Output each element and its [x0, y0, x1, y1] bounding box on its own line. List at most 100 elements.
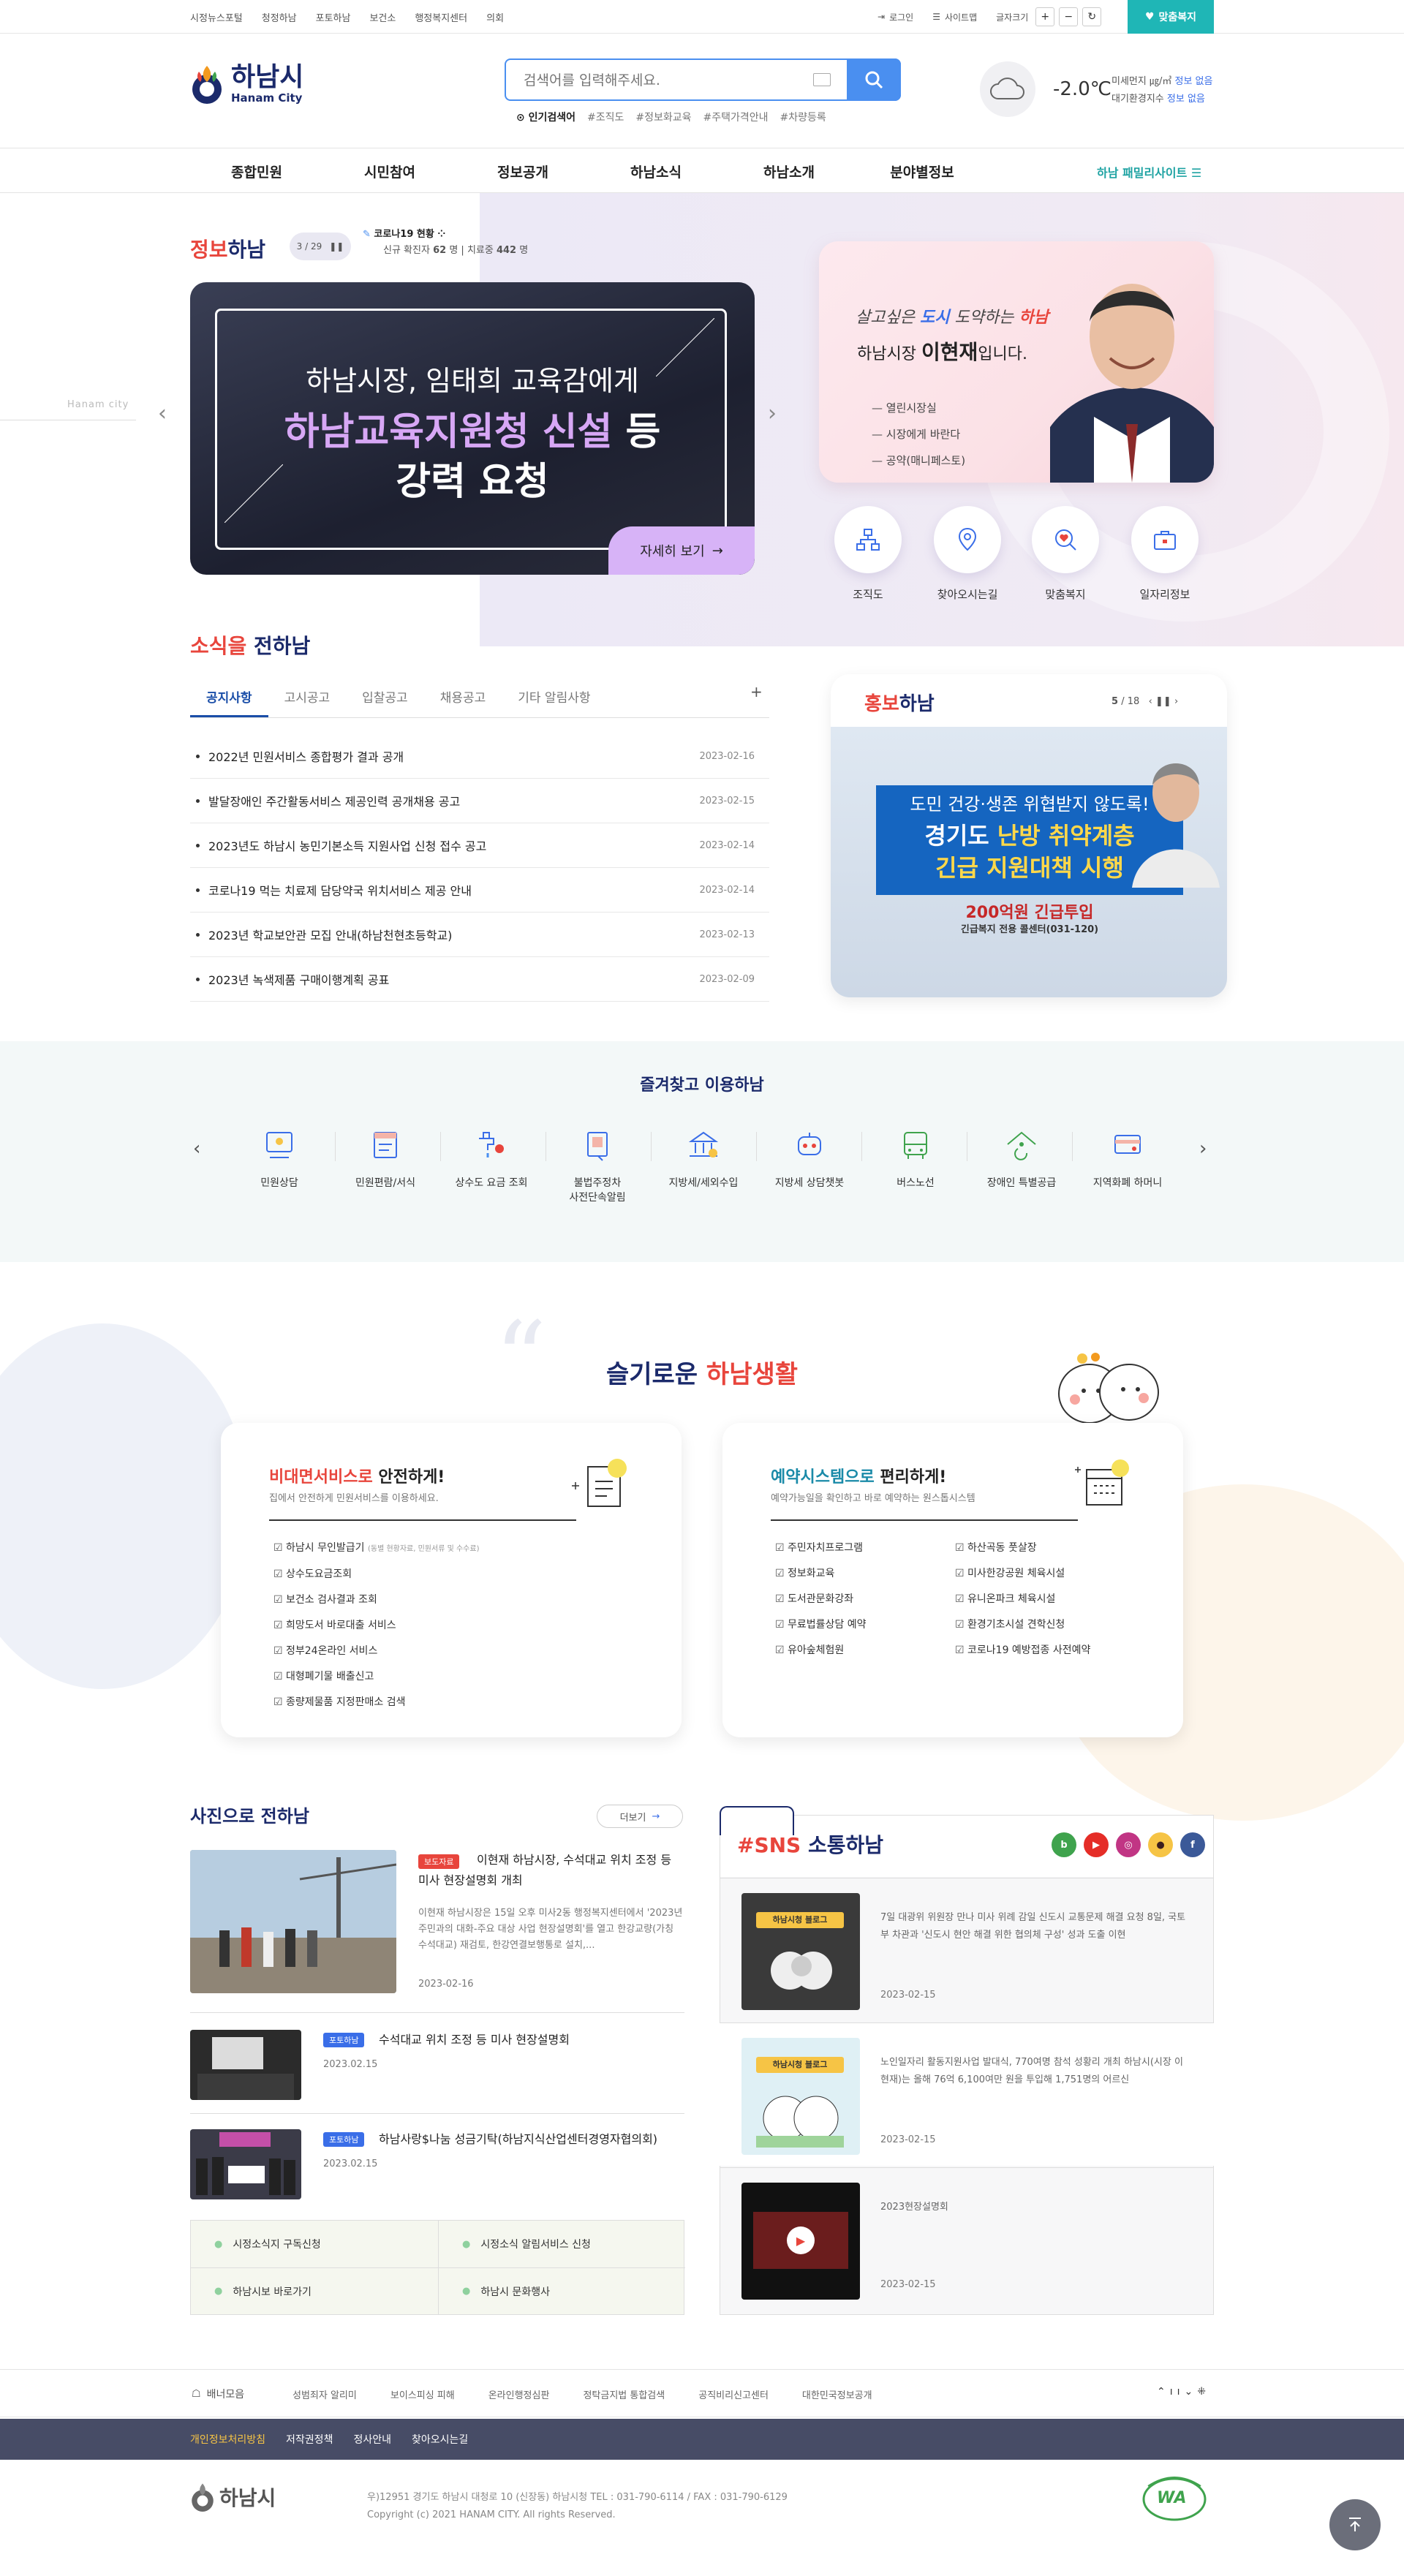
- link-cell[interactable]: 시정소식지 구독신청: [191, 2221, 438, 2267]
- site-link[interactable]: 청정하남: [262, 10, 297, 24]
- banner-link[interactable]: 온라인행정심판: [488, 2387, 550, 2401]
- font-minus-button[interactable]: −: [1059, 7, 1079, 26]
- font-plus-button[interactable]: +: [1035, 7, 1055, 26]
- search-input[interactable]: [524, 70, 831, 91]
- nav-item[interactable]: 하남소개: [722, 162, 856, 181]
- service-link[interactable]: 종량제물품 지정판매소 검색: [273, 1690, 479, 1715]
- login-link[interactable]: ⇥ 로그인: [878, 11, 913, 23]
- nav-item[interactable]: 하남소식: [589, 162, 722, 181]
- fav-item[interactable]: 불법주정차 사전단속알림: [545, 1125, 650, 1205]
- sns-item[interactable]: 하남시청 블로그 7일 대광위 위원장 만나 미사 위례 감일 신도시 교통문제…: [720, 1878, 1214, 2021]
- footer-link[interactable]: 개인정보처리방침: [190, 2432, 265, 2447]
- mayor-link[interactable]: 공약(매니페스토): [872, 447, 965, 474]
- tab-recruit[interactable]: 채용공고: [424, 679, 502, 717]
- photo-news-item[interactable]: 포토하남 수석대교 위치 조정 등 미사 현장설명회 2023.02.15: [190, 2030, 684, 2103]
- fav-item[interactable]: 상수도 요금 조회: [439, 1125, 544, 1190]
- footer-link[interactable]: 저작권정책: [286, 2432, 333, 2447]
- play-icon[interactable]: ▶: [787, 2226, 815, 2254]
- reservation-link[interactable]: 도서관문화강좌: [775, 1587, 867, 1612]
- fav-item[interactable]: 지방세/세외수입: [651, 1125, 756, 1190]
- service-link[interactable]: 희망도서 바로대출 서비스: [273, 1613, 479, 1639]
- link-cell[interactable]: 하남시보 바로가기: [191, 2267, 438, 2314]
- sitemap-link[interactable]: ☰ 사이트맵: [932, 11, 977, 23]
- fav-item[interactable]: 장애인 특별공급: [969, 1125, 1074, 1190]
- reservation-link[interactable]: 코로나19 예방접종 사전예약: [955, 1638, 1090, 1663]
- news-item[interactable]: 코로나19 먹는 치료제 담당약국 위치서비스 제공 안내 2023-02-14: [190, 868, 769, 913]
- news-item[interactable]: 발달장애인 주간활동서비스 제공인력 공개채용 공고 2023-02-15: [190, 779, 769, 823]
- pause-icon[interactable]: ❚❚: [329, 241, 344, 252]
- facebook-icon[interactable]: f: [1180, 1832, 1205, 1857]
- blog-icon[interactable]: b: [1052, 1832, 1076, 1857]
- banner-link[interactable]: 공직비리신고센터: [698, 2387, 769, 2401]
- quick-item-org[interactable]: 조직도: [828, 506, 908, 602]
- fav-prev-icon[interactable]: ‹: [193, 1138, 200, 1160]
- fav-item[interactable]: 지역화폐 하머니: [1075, 1125, 1180, 1190]
- fav-item[interactable]: 민원상담: [227, 1125, 332, 1190]
- site-link[interactable]: 시정뉴스포털: [190, 10, 243, 24]
- fav-item[interactable]: 지방세 상담챗봇: [757, 1125, 862, 1190]
- quick-item-welfare[interactable]: 맞춤복지: [1025, 506, 1106, 602]
- reservation-link[interactable]: 하산곡동 풋살장: [955, 1536, 1090, 1561]
- service-link[interactable]: 하남시 무인발급기 (동별 현황자료, 민원서류 및 수수료): [273, 1536, 479, 1562]
- photo-news-main[interactable]: 보도자료 이현재 하남시장, 수석대교 위치 조정 등 미사 현장설명회 개최 …: [190, 1850, 684, 1996]
- banner-link[interactable]: 정탁금지법 통합검색: [583, 2387, 665, 2401]
- tab-etc[interactable]: 기타 알림사항: [502, 679, 606, 717]
- chevron-up-icon[interactable]: ⌃: [1157, 2386, 1170, 2398]
- reservation-link[interactable]: 환경기초시설 견학신청: [955, 1612, 1090, 1638]
- site-logo[interactable]: 하남시 Hanam City: [190, 61, 303, 107]
- tab-notice[interactable]: 공지사항: [190, 679, 268, 717]
- reservation-link[interactable]: 주민자치프로그램: [775, 1536, 867, 1561]
- news-item[interactable]: 2023년 녹색제품 구매이행계획 공표 2023-02-09: [190, 957, 769, 1002]
- banner-more-button[interactable]: 자세히 보기 →: [608, 526, 755, 575]
- nav-item[interactable]: 분야별정보: [856, 162, 989, 181]
- reservation-link[interactable]: 유니온파크 체육시설: [955, 1587, 1090, 1612]
- grid-icon[interactable]: ⁜: [1197, 2386, 1210, 2398]
- next-arrow-icon[interactable]: ›: [768, 401, 777, 426]
- fav-next-icon[interactable]: ›: [1199, 1138, 1207, 1160]
- keyword-link[interactable]: #조직도: [587, 110, 624, 124]
- instagram-icon[interactable]: ◎: [1116, 1832, 1141, 1857]
- news-item[interactable]: 2022년 민원서비스 종합평가 결과 공개 2023-02-16: [190, 734, 769, 779]
- mayor-card[interactable]: 살고싶은 도시 도약하는 하남 하남시장 이현재입니다. 열린시장실 시장에게 …: [819, 241, 1214, 483]
- family-site-button[interactable]: 하남 패밀리사이트 ☰: [1097, 163, 1201, 181]
- sns-item[interactable]: ▶ 2023현장설명회 2023-02-15: [720, 2167, 1214, 2314]
- prev-arrow-icon[interactable]: ‹: [158, 401, 167, 426]
- mayor-link[interactable]: 열린시장실: [872, 395, 965, 421]
- service-link[interactable]: 정부24온라인 서비스: [273, 1639, 479, 1664]
- news-item[interactable]: 2023년도 하남시 농민기본소득 지원사업 신청 접수 공고 2023-02-1…: [190, 823, 769, 868]
- service-link[interactable]: 상수도요금조회: [273, 1562, 479, 1587]
- quick-item-jobs[interactable]: 일자리정보: [1125, 506, 1205, 602]
- prev-icon[interactable]: ‹: [1149, 696, 1152, 707]
- reservation-link[interactable]: 미사한강공원 체육시설: [955, 1561, 1090, 1587]
- font-reset-button[interactable]: ↻: [1082, 7, 1102, 26]
- news-more-button[interactable]: +: [750, 683, 763, 700]
- reservation-link[interactable]: 유아숲체험원: [775, 1638, 867, 1663]
- banner-link[interactable]: 대한민국정보공개: [802, 2387, 872, 2401]
- search-button[interactable]: [847, 58, 901, 101]
- news-item[interactable]: 2023년 학교보안관 모집 안내(하남천현초등학교) 2023-02-13: [190, 913, 769, 957]
- covid-status[interactable]: ✎ 코로나19 현황 ⁘ 신규 확진자 62 명 | 치료중 442 명: [363, 227, 528, 259]
- quick-item-location[interactable]: 찾아오시는길: [927, 506, 1008, 602]
- mayor-link[interactable]: 시장에게 바란다: [872, 421, 965, 447]
- keyboard-icon[interactable]: [813, 73, 831, 86]
- keyword-link[interactable]: #차량등록: [780, 110, 826, 124]
- site-link[interactable]: 포토하남: [316, 10, 351, 24]
- main-banner[interactable]: 하남시장, 임태희 교육감에게 하남교육지원청 신설 등 강력 요청 자세히 보…: [190, 282, 755, 575]
- pause-icon[interactable]: ıı: [1170, 2386, 1185, 2398]
- keyword-link[interactable]: #정보화교육: [635, 110, 691, 124]
- photo-more-button[interactable]: 더보기 →: [597, 1805, 683, 1828]
- site-link[interactable]: 의회: [486, 10, 504, 24]
- footer-link[interactable]: 정사안내: [353, 2432, 391, 2447]
- photo-news-item[interactable]: 포토하남 하남사랑$나눔 성금기탁(하남지식산업센터경영자협의회) 2023.0…: [190, 2129, 684, 2202]
- fav-item[interactable]: 버스노선: [863, 1125, 968, 1190]
- footer-link[interactable]: 찾아오시는길: [412, 2432, 468, 2447]
- keyword-link[interactable]: #주택가격안내: [703, 110, 769, 124]
- kakao-icon[interactable]: ●: [1148, 1832, 1173, 1857]
- scroll-top-button[interactable]: [1329, 2499, 1381, 2550]
- banner-link[interactable]: 성범죄자 알리미: [292, 2387, 357, 2401]
- chevron-down-icon[interactable]: ⌄: [1185, 2386, 1198, 2398]
- site-link[interactable]: 보건소: [369, 10, 396, 24]
- sns-item[interactable]: 하남시청 블로그 노인일자리 활동지원사업 발대식, 770여명 참석 성황리 …: [720, 2022, 1214, 2166]
- reservation-link[interactable]: 정보화교육: [775, 1561, 867, 1587]
- tab-bid[interactable]: 입찰공고: [346, 679, 424, 717]
